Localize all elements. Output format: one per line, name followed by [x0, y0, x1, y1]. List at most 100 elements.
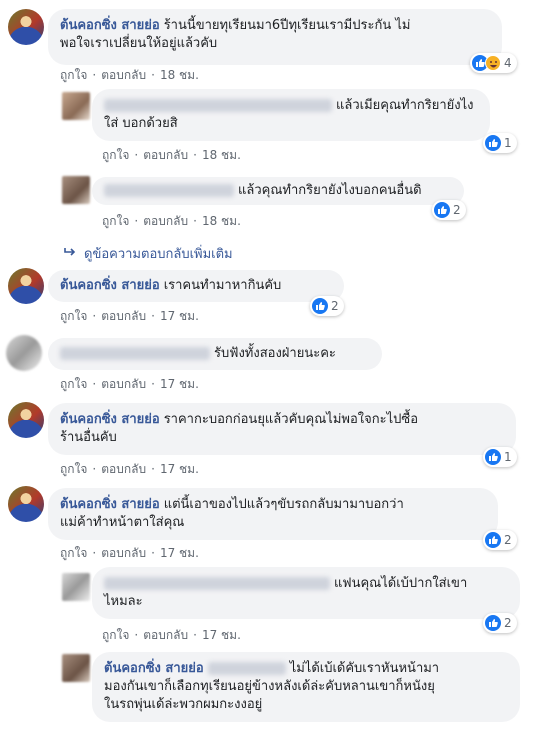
reply-link[interactable]: ตอบกลับ — [143, 628, 188, 642]
comment-actions: ถูกใจ · ตอบกลับ · 17 ชม. — [60, 307, 199, 326]
reply-link[interactable]: ตอบกลับ — [101, 377, 146, 391]
separator: · — [92, 68, 97, 82]
like-reaction-icon — [485, 532, 501, 548]
separator: · — [193, 628, 197, 642]
timestamp[interactable]: 17 ชม. — [160, 546, 199, 560]
reply-link[interactable]: ตอบกลับ — [101, 68, 146, 82]
like-link[interactable]: ถูกใจ — [60, 377, 87, 391]
separator: · — [151, 377, 155, 391]
comment-bubble: ต้นคอกซิ่ง สายย่อ เราคนทำมาหากินคับ — [48, 270, 344, 302]
reply-link[interactable]: ตอบกลับ — [101, 462, 146, 476]
comment-text: แฟนคุณได้เบ้ปากใส่เขา — [334, 576, 468, 591]
avatar[interactable] — [62, 654, 90, 682]
comment-author[interactable]: ต้นคอกซิ่ง สายย่อ — [60, 18, 160, 33]
avatar[interactable] — [8, 268, 44, 304]
avatar[interactable] — [8, 402, 44, 438]
comment-actions: ถูกใจ · ตอบกลับ · 17 ชม. — [60, 375, 199, 394]
comment-text: ไม่ได้เบ้เด้คับเราหันหน้ามา — [289, 661, 440, 676]
blurred-author-name — [104, 99, 332, 112]
haha-reaction-icon — [485, 55, 501, 71]
separator: · — [92, 377, 97, 391]
comment-actions: ถูกใจ · ตอบกลับ · 17 ชม. — [60, 544, 199, 563]
timestamp[interactable]: 18 ชม. — [202, 214, 241, 228]
view-more-replies-link[interactable]: ดูข้อความตอบกลับเพิ่มเติม — [64, 243, 233, 264]
comment-actions: ถูกใจ · ตอบกลับ · 18 ชม. — [102, 146, 241, 165]
like-link[interactable]: ถูกใจ — [60, 309, 87, 323]
comment-text: พอใจเราเปลี่ยนให้อยู่แล้วคับ — [60, 36, 218, 51]
timestamp[interactable]: 18 ชม. — [202, 148, 241, 162]
like-reaction-icon — [485, 615, 501, 631]
reaction-count: 2 — [504, 533, 512, 547]
like-reaction-icon — [312, 298, 328, 314]
comment-text: แม่ค้าทำหน้าตาใส่คุณ — [60, 515, 185, 530]
reply-link[interactable]: ตอบกลับ — [101, 309, 146, 323]
reply-arrow-icon — [64, 246, 76, 261]
comment-text: มองกันเขาก็เลือกทุเรียนอยู่ข้างหลังเด้ล่… — [104, 679, 435, 694]
separator: · — [134, 628, 139, 642]
separator: · — [92, 309, 97, 323]
like-link[interactable]: ถูกใจ — [60, 68, 87, 82]
reaction-count: 2 — [453, 203, 461, 217]
comment-text: เราคนทำมาหากินคับ — [163, 278, 282, 293]
comment-text: ร้านอื่นคับ — [60, 430, 117, 445]
timestamp[interactable]: 18 ชม. — [160, 68, 199, 82]
avatar[interactable] — [6, 335, 42, 371]
comment-author[interactable]: ต้นคอกซิ่ง สายย่อ — [60, 278, 160, 293]
comment-actions: ถูกใจ · ตอบกลับ · 18 ชม. — [102, 212, 241, 231]
comment-bubble: ต้นคอกซิ่ง สายย่อ แต่นี้เอาของไปแล้วๆขับร… — [48, 488, 498, 540]
reaction-summary[interactable]: 2 — [483, 530, 517, 550]
timestamp[interactable]: 17 ชม. — [160, 462, 199, 476]
comment-author[interactable]: ต้นคอกซิ่ง สายย่อ — [60, 497, 160, 512]
separator: · — [92, 462, 97, 476]
avatar[interactable] — [62, 176, 90, 204]
like-link[interactable]: ถูกใจ — [60, 546, 87, 560]
separator: · — [151, 309, 155, 323]
timestamp[interactable]: 17 ชม. — [160, 309, 199, 323]
like-link[interactable]: ถูกใจ — [102, 148, 129, 162]
like-link[interactable]: ถูกใจ — [102, 214, 129, 228]
reaction-count: 1 — [504, 450, 512, 464]
like-link[interactable]: ถูกใจ — [102, 628, 129, 642]
comment-text: ร้านนี้ขายทุเรียนมา6ปีทุเรียนเรามีประกัน… — [163, 18, 411, 33]
reaction-summary[interactable]: 4 — [470, 53, 517, 73]
reply-link[interactable]: ตอบกลับ — [143, 148, 188, 162]
comment-text: แต่นี้เอาของไปแล้วๆขับรถกลับมามาบอกว่า — [163, 497, 404, 512]
separator: · — [151, 462, 155, 476]
separator: · — [151, 68, 155, 82]
reaction-count: 1 — [504, 136, 512, 150]
comment-bubble: ต้นคอกซิ่ง สายย่อ ไม่ได้เบ้เด้คับเราหันหน… — [92, 652, 520, 722]
comment-bubble: แล้วคุณทำกริยายังไงบอกคนอื่นดิ — [92, 177, 464, 205]
separator: · — [193, 148, 197, 162]
comment-text: รับฟังทั้งสองฝ่ายนะคะ — [214, 346, 336, 361]
like-reaction-icon — [485, 135, 501, 151]
reply-link[interactable]: ตอบกลับ — [101, 546, 146, 560]
separator: · — [151, 546, 155, 560]
comment-bubble: แล้วเมียคุณทำกริยายังไง ใส่ บอกด้วยสิ — [92, 89, 490, 141]
separator: · — [134, 148, 139, 162]
comment-text: ใส่ บอกด้วยสิ — [104, 116, 178, 131]
comment-actions: ถูกใจ · ตอบกลับ · 17 ชม. — [60, 460, 199, 479]
avatar[interactable] — [62, 573, 90, 601]
timestamp[interactable]: 17 ชม. — [202, 628, 241, 642]
like-link[interactable]: ถูกใจ — [60, 462, 87, 476]
blurred-author-name — [60, 347, 210, 360]
comment-bubble: ต้นคอกซิ่ง สายย่อ ราคากะบอกก่อนยุแล้วคับค… — [48, 403, 516, 455]
blurred-author-name — [104, 577, 330, 590]
comment-actions: ถูกใจ · ตอบกลับ · 17 ชม. — [102, 626, 241, 645]
reaction-summary[interactable]: 1 — [483, 133, 517, 153]
avatar[interactable] — [8, 486, 44, 522]
comment-author[interactable]: ต้นคอกซิ่ง สายย่อ — [104, 661, 204, 676]
avatar[interactable] — [62, 92, 90, 120]
reaction-summary[interactable]: 2 — [483, 613, 517, 633]
reaction-summary[interactable]: 2 — [432, 200, 466, 220]
timestamp[interactable]: 17 ชม. — [160, 377, 199, 391]
comment-author[interactable]: ต้นคอกซิ่ง สายย่อ — [60, 412, 160, 427]
separator: · — [134, 214, 139, 228]
avatar[interactable] — [8, 9, 44, 45]
reply-link[interactable]: ตอบกลับ — [143, 214, 188, 228]
reaction-summary[interactable]: 1 — [483, 447, 517, 467]
like-reaction-icon — [434, 202, 450, 218]
view-more-replies-label: ดูข้อความตอบกลับเพิ่มเติม — [84, 247, 233, 262]
reaction-summary[interactable]: 2 — [310, 296, 344, 316]
comment-text: ไหมละ — [104, 594, 143, 609]
